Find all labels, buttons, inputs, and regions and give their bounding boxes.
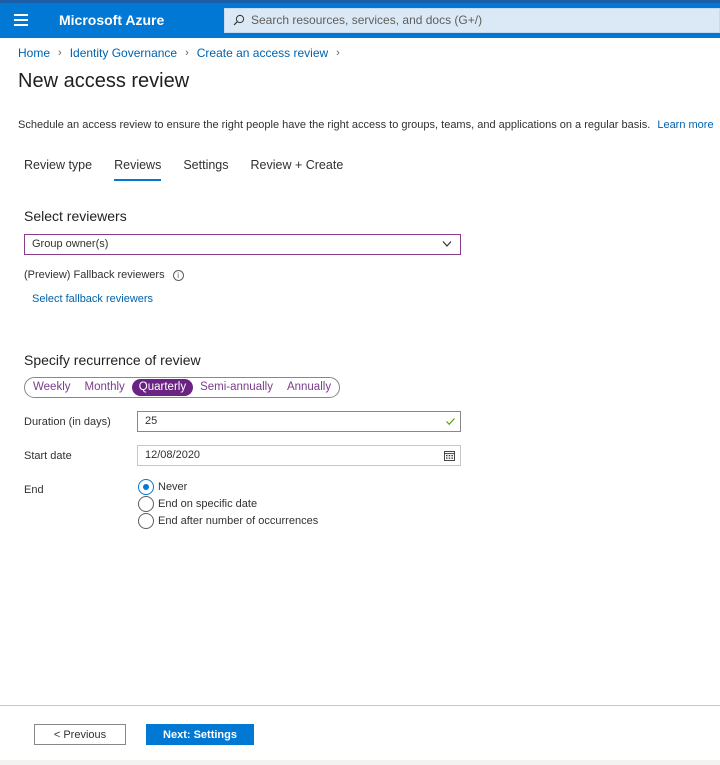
end-never-option[interactable]: Never (138, 479, 187, 495)
search-input[interactable] (251, 13, 711, 27)
tab-review-create[interactable]: Review + Create (251, 158, 344, 181)
end-never-label: Never (158, 481, 188, 493)
info-icon[interactable]: i (172, 269, 184, 281)
duration-label: Duration (in days) (24, 416, 111, 428)
reviewers-dropdown-value: Group owner(s) (32, 238, 109, 250)
hamburger-menu-icon[interactable] (14, 14, 28, 26)
page-title: New access review (18, 70, 190, 92)
calendar-icon[interactable] (444, 450, 455, 461)
end-specific-date-radio[interactable] (138, 496, 154, 512)
end-after-occurrences-radio[interactable] (138, 513, 154, 529)
start-date-label: Start date (24, 450, 72, 462)
recurrence-quarterly[interactable]: Quarterly (131, 379, 194, 396)
recurrence-weekly[interactable]: Weekly (26, 379, 78, 396)
end-label: End (24, 484, 44, 496)
end-never-radio[interactable] (138, 479, 154, 495)
footer-divider (0, 705, 720, 706)
learn-more-link[interactable]: Learn more (657, 119, 713, 131)
end-after-occurrences-label: End after number of occurrences (158, 515, 319, 527)
recurrence-pill-group: Weekly Monthly Quarterly Semi-annually A… (24, 377, 341, 398)
select-fallback-reviewers-link[interactable]: Select fallback reviewers (32, 293, 153, 305)
chevron-right-icon: › (58, 47, 62, 59)
reviewers-dropdown[interactable]: Group owner(s) (24, 234, 461, 255)
brand-title[interactable]: Microsoft Azure (59, 12, 164, 28)
duration-field[interactable] (137, 411, 461, 432)
search-icon (233, 14, 245, 26)
top-bar: Microsoft Azure (0, 0, 720, 38)
previous-button[interactable]: < Previous (34, 724, 126, 745)
chevron-right-icon: › (185, 47, 189, 59)
description-text: Schedule an access review to ensure the … (18, 119, 651, 131)
bottom-strip (0, 760, 720, 765)
end-after-occurrences-option[interactable]: End after number of occurrences (138, 513, 318, 529)
tab-review-type[interactable]: Review type (24, 158, 92, 181)
tab-reviews[interactable]: Reviews (114, 158, 162, 181)
end-specific-date-label: End on specific date (158, 498, 258, 510)
start-date-field[interactable] (137, 445, 461, 466)
fallback-reviewers-text: (Preview) Fallback reviewers (24, 269, 165, 281)
wizard-tabs: Review type Reviews Settings Review + Cr… (24, 158, 365, 181)
chevron-down-icon (442, 241, 452, 247)
recurrence-monthly[interactable]: Monthly (78, 379, 132, 396)
tab-settings[interactable]: Settings (183, 158, 228, 181)
breadcrumb: Home › Identity Governance › Create an a… (18, 46, 348, 60)
recurrence-annually[interactable]: Annually (280, 379, 338, 396)
recurrence-title: Specify recurrence of review (24, 352, 201, 368)
global-search[interactable] (224, 8, 720, 33)
select-reviewers-title: Select reviewers (24, 208, 127, 224)
breadcrumb-identity-governance[interactable]: Identity Governance (70, 46, 177, 60)
page-description: Schedule an access review to ensure the … (18, 119, 714, 131)
fallback-reviewers-label: (Preview) Fallback reviewers i (24, 269, 184, 281)
duration-input[interactable] (145, 415, 425, 427)
start-date-input[interactable] (145, 449, 425, 461)
chevron-right-icon: › (336, 47, 340, 59)
next-settings-button[interactable]: Next: Settings (146, 724, 254, 745)
end-specific-date-option[interactable]: End on specific date (138, 496, 257, 512)
checkmark-icon (446, 418, 455, 426)
recurrence-semi-annually[interactable]: Semi-annually (193, 379, 280, 396)
breadcrumb-create-access-review[interactable]: Create an access review (197, 46, 328, 60)
breadcrumb-home[interactable]: Home (18, 46, 50, 60)
